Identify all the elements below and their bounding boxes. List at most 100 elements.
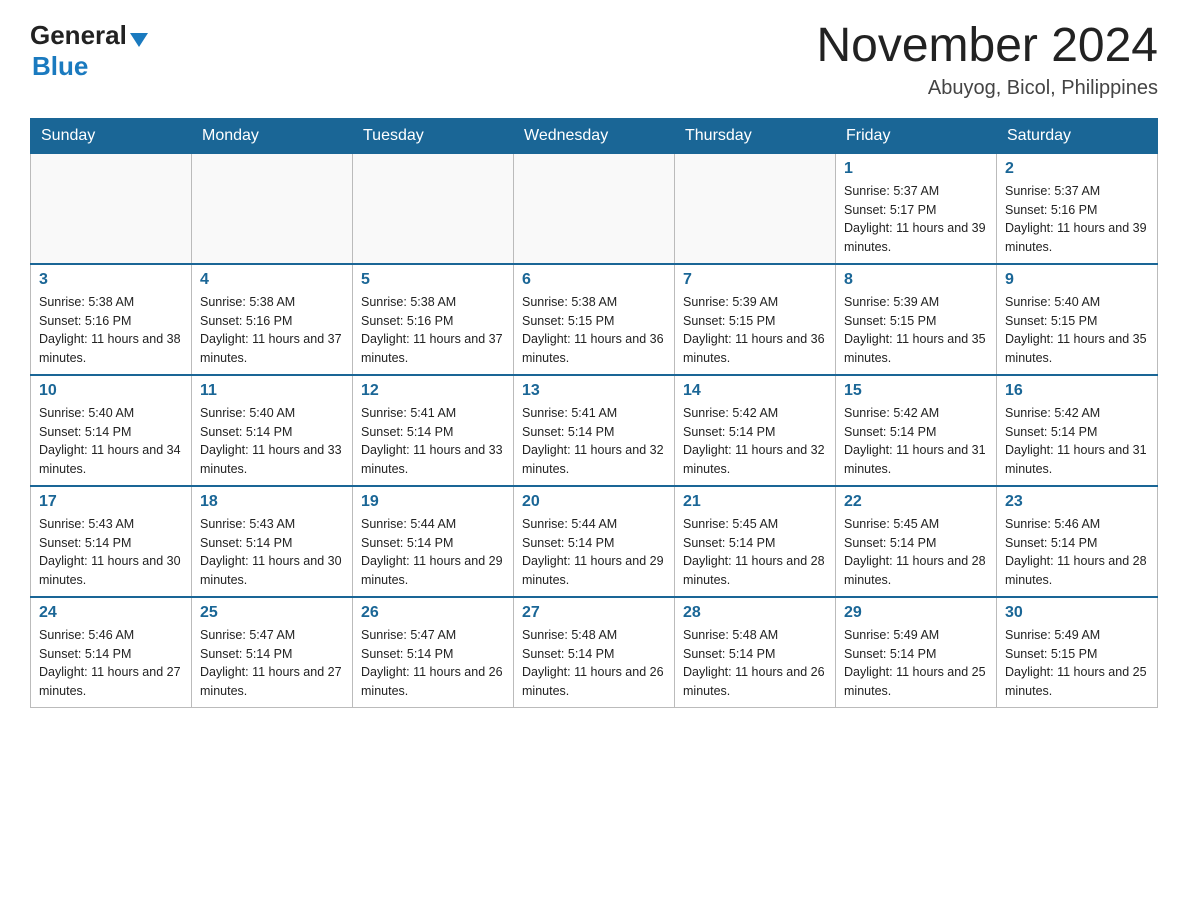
cell-day-number: 13 [522,382,666,400]
cell-day-number: 18 [200,493,344,511]
calendar-cell: 30 Sunrise: 5:49 AMSunset: 5:15 PMDayligh… [997,597,1158,708]
calendar-cell: 17 Sunrise: 5:43 AMSunset: 5:14 PMDayligh… [31,486,192,597]
calendar-cell: 11 Sunrise: 5:40 AMSunset: 5:14 PMDayligh… [192,375,353,486]
calendar-table: Sunday Monday Tuesday Wednesday Thursday… [30,118,1158,708]
calendar-cell [675,153,836,264]
cell-sun-info: Sunrise: 5:41 AMSunset: 5:14 PMDaylight:… [361,404,505,479]
cell-sun-info: Sunrise: 5:38 AMSunset: 5:16 PMDaylight:… [361,293,505,368]
calendar-cell: 25 Sunrise: 5:47 AMSunset: 5:14 PMDayligh… [192,597,353,708]
cell-sun-info: Sunrise: 5:46 AMSunset: 5:14 PMDaylight:… [39,626,183,701]
cell-sun-info: Sunrise: 5:38 AMSunset: 5:16 PMDaylight:… [200,293,344,368]
week-row-3: 10 Sunrise: 5:40 AMSunset: 5:14 PMDayligh… [31,375,1158,486]
calendar-cell: 21Sunrise: 5:45 AMSunset: 5:14 PMDayligh… [675,486,836,597]
cell-day-number: 20 [522,493,666,511]
logo-triangle-icon [130,33,148,47]
calendar-cell: 16Sunrise: 5:42 AMSunset: 5:14 PMDayligh… [997,375,1158,486]
logo-blue-label: Blue [32,51,88,81]
cell-sun-info: Sunrise: 5:37 AMSunset: 5:16 PMDaylight:… [1005,182,1149,257]
cell-day-number: 15 [844,382,988,400]
calendar-cell: 29 Sunrise: 5:49 AMSunset: 5:14 PMDayligh… [836,597,997,708]
calendar-cell [31,153,192,264]
calendar-cell: 8Sunrise: 5:39 AMSunset: 5:15 PMDaylight… [836,264,997,375]
calendar-cell: 9Sunrise: 5:40 AMSunset: 5:15 PMDaylight… [997,264,1158,375]
cell-day-number: 30 [1005,604,1149,622]
cell-sun-info: Sunrise: 5:44 AMSunset: 5:14 PMDaylight:… [522,515,666,590]
cell-sun-info: Sunrise: 5:46 AMSunset: 5:14 PMDaylight:… [1005,515,1149,590]
cell-sun-info: Sunrise: 5:48 AMSunset: 5:14 PMDaylight:… [522,626,666,701]
col-sunday: Sunday [31,118,192,153]
calendar-cell: 24 Sunrise: 5:46 AMSunset: 5:14 PMDayligh… [31,597,192,708]
cell-day-number: 17 [39,493,183,511]
calendar-cell: 4 Sunrise: 5:38 AMSunset: 5:16 PMDaylight… [192,264,353,375]
cell-day-number: 27 [522,604,666,622]
cell-sun-info: Sunrise: 5:44 AMSunset: 5:14 PMDaylight:… [361,515,505,590]
calendar-cell: 18 Sunrise: 5:43 AMSunset: 5:14 PMDayligh… [192,486,353,597]
page-header: General Blue November 2024 Abuyog, Bicol… [30,20,1158,100]
cell-day-number: 28 [683,604,827,622]
cell-sun-info: Sunrise: 5:40 AMSunset: 5:14 PMDaylight:… [200,404,344,479]
calendar-cell: 2Sunrise: 5:37 AMSunset: 5:16 PMDaylight… [997,153,1158,264]
calendar-cell: 26 Sunrise: 5:47 AMSunset: 5:14 PMDayligh… [353,597,514,708]
cell-day-number: 24 [39,604,183,622]
col-friday: Friday [836,118,997,153]
col-thursday: Thursday [675,118,836,153]
cell-day-number: 5 [361,271,505,289]
col-saturday: Saturday [997,118,1158,153]
cell-day-number: 11 [200,382,344,400]
calendar-cell: 22Sunrise: 5:45 AMSunset: 5:14 PMDayligh… [836,486,997,597]
cell-day-number: 23 [1005,493,1149,511]
calendar-cell: 1 Sunrise: 5:37 AMSunset: 5:17 PMDaylight… [836,153,997,264]
calendar-cell: 13Sunrise: 5:41 AMSunset: 5:14 PMDayligh… [514,375,675,486]
cell-day-number: 6 [522,271,666,289]
cell-day-number: 19 [361,493,505,511]
cell-day-number: 10 [39,382,183,400]
cell-sun-info: Sunrise: 5:43 AMSunset: 5:14 PMDaylight:… [200,515,344,590]
cell-sun-info: Sunrise: 5:40 AMSunset: 5:14 PMDaylight:… [39,404,183,479]
calendar-cell: 12Sunrise: 5:41 AMSunset: 5:14 PMDayligh… [353,375,514,486]
cell-day-number: 8 [844,271,988,289]
cell-day-number: 26 [361,604,505,622]
cell-sun-info: Sunrise: 5:42 AMSunset: 5:14 PMDaylight:… [1005,404,1149,479]
cell-sun-info: Sunrise: 5:43 AMSunset: 5:14 PMDaylight:… [39,515,183,590]
cell-day-number: 3 [39,271,183,289]
calendar-cell: 15 Sunrise: 5:42 AMSunset: 5:14 PMDayligh… [836,375,997,486]
calendar-cell: 7 Sunrise: 5:39 AMSunset: 5:15 PMDaylight… [675,264,836,375]
cell-day-number: 7 [683,271,827,289]
cell-sun-info: Sunrise: 5:38 AMSunset: 5:15 PMDaylight:… [522,293,666,368]
calendar-cell: 6 Sunrise: 5:38 AMSunset: 5:15 PMDaylight… [514,264,675,375]
cell-sun-info: Sunrise: 5:42 AMSunset: 5:14 PMDaylight:… [844,404,988,479]
location-subtitle: Abuyog, Bicol, Philippines [816,77,1158,100]
cell-sun-info: Sunrise: 5:49 AMSunset: 5:14 PMDaylight:… [844,626,988,701]
calendar-cell [353,153,514,264]
cell-sun-info: Sunrise: 5:47 AMSunset: 5:14 PMDaylight:… [361,626,505,701]
calendar-cell: 23 Sunrise: 5:46 AMSunset: 5:14 PMDayligh… [997,486,1158,597]
calendar-cell: 5 Sunrise: 5:38 AMSunset: 5:16 PMDaylight… [353,264,514,375]
logo-blue-text: Blue [32,51,88,82]
cell-day-number: 4 [200,271,344,289]
cell-sun-info: Sunrise: 5:39 AMSunset: 5:15 PMDaylight:… [683,293,827,368]
calendar-cell: 27 Sunrise: 5:48 AMSunset: 5:14 PMDayligh… [514,597,675,708]
calendar-cell: 14Sunrise: 5:42 AMSunset: 5:14 PMDayligh… [675,375,836,486]
cell-sun-info: Sunrise: 5:40 AMSunset: 5:15 PMDaylight:… [1005,293,1149,368]
calendar-cell: 20 Sunrise: 5:44 AMSunset: 5:14 PMDayligh… [514,486,675,597]
cell-sun-info: Sunrise: 5:45 AMSunset: 5:14 PMDaylight:… [844,515,988,590]
cell-day-number: 29 [844,604,988,622]
cell-sun-info: Sunrise: 5:47 AMSunset: 5:14 PMDaylight:… [200,626,344,701]
week-row-1: 1 Sunrise: 5:37 AMSunset: 5:17 PMDaylight… [31,153,1158,264]
cell-sun-info: Sunrise: 5:37 AMSunset: 5:17 PMDaylight:… [844,182,988,257]
cell-sun-info: Sunrise: 5:49 AMSunset: 5:15 PMDaylight:… [1005,626,1149,701]
col-tuesday: Tuesday [353,118,514,153]
title-area: November 2024 Abuyog, Bicol, Philippines [816,20,1158,100]
month-title: November 2024 [816,20,1158,73]
cell-sun-info: Sunrise: 5:48 AMSunset: 5:14 PMDaylight:… [683,626,827,701]
calendar-cell: 3Sunrise: 5:38 AMSunset: 5:16 PMDaylight… [31,264,192,375]
col-monday: Monday [192,118,353,153]
week-row-5: 24 Sunrise: 5:46 AMSunset: 5:14 PMDayligh… [31,597,1158,708]
cell-day-number: 1 [844,160,988,178]
calendar-cell [514,153,675,264]
cell-day-number: 25 [200,604,344,622]
week-row-2: 3 Sunrise: 5:38 AMSunset: 5:16 PMDaylight… [31,264,1158,375]
calendar-cell: 28 Sunrise: 5:48 AMSunset: 5:14 PMDayligh… [675,597,836,708]
calendar-cell: 19 Sunrise: 5:44 AMSunset: 5:14 PMDayligh… [353,486,514,597]
week-row-4: 17 Sunrise: 5:43 AMSunset: 5:14 PMDayligh… [31,486,1158,597]
